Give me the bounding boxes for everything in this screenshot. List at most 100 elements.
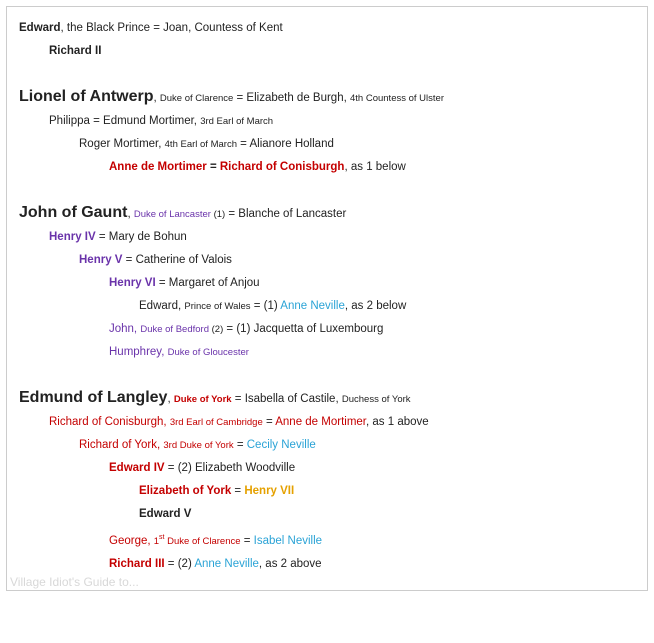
- ry-title: 3rd Duke of York: [163, 440, 233, 451]
- eoy-name: Elizabeth of York: [139, 485, 231, 497]
- row-richard-conisburgh: Richard of Conisburgh, 3rd Earl of Cambr…: [19, 411, 635, 434]
- john-spouse: Jacquetta of Luxembourg: [254, 323, 384, 335]
- row-edward-pow: Edward, Prince of Wales = (1) Anne Nevil…: [19, 295, 635, 318]
- ry-spouse: Cecily Neville: [247, 439, 316, 451]
- eq: =: [232, 393, 245, 405]
- john-name: John,: [109, 323, 140, 335]
- geo-spouse: Isabel Neville: [254, 535, 322, 547]
- gaunt-name: John of Gaunt: [19, 204, 127, 221]
- e5-name: Edward V: [139, 508, 191, 520]
- eq: =: [233, 92, 246, 104]
- row-philippa: Philippa = Edmund Mortimer, 3rd Earl of …: [19, 110, 635, 133]
- humphrey-title: Duke of Gloucester: [168, 347, 249, 358]
- row-elizabeth-of-york: Elizabeth of York = Henry VII: [19, 480, 635, 503]
- eq: = (2): [165, 558, 195, 570]
- roger-title: 4th Earl of March: [165, 139, 237, 150]
- rc-title: 3rd Earl of Cambridge: [170, 417, 263, 428]
- roger-spouse: Alianore Holland: [249, 138, 333, 150]
- lionel-title: Duke of Clarence: [160, 93, 233, 104]
- row-gaunt: John of Gaunt, Duke of Lancaster (1) = B…: [19, 201, 635, 226]
- row-richard-ii: Richard II: [19, 40, 635, 63]
- langley-title: Duke of York: [174, 394, 232, 405]
- rc-name: Richard of Conisburgh,: [49, 416, 170, 428]
- row-humphrey: Humphrey, Duke of Gloucester: [19, 341, 635, 364]
- edward-bp-spouse: Joan, Countess of Kent: [163, 22, 283, 34]
- edw-spouse: Anne Neville: [280, 300, 345, 312]
- row-roger-mortimer: Roger Mortimer, 4th Earl of March = Alia…: [19, 133, 635, 156]
- eq: =: [156, 277, 169, 289]
- lionel-spouse-title: 4th Countess of Ulster: [350, 93, 444, 104]
- row-henry-vi: Henry VI = Margaret of Anjou: [19, 272, 635, 295]
- spacer: [19, 179, 635, 201]
- row-henry-v: Henry V = Catherine of Valois: [19, 249, 635, 272]
- humphrey-name: Humphrey,: [109, 346, 168, 358]
- langley-name: Edmund of Langley: [19, 389, 167, 406]
- row-langley: Edmund of Langley, Duke of York = Isabel…: [19, 386, 635, 411]
- anne-dm-spouse: Richard of Conisburgh: [220, 161, 345, 173]
- john-num: (2): [209, 324, 223, 335]
- row-lionel: Lionel of Antwerp, Duke of Clarence = El…: [19, 85, 635, 110]
- rc-note: , as 1 above: [366, 416, 429, 428]
- edw-name: Edward,: [139, 300, 184, 312]
- eq: =: [241, 535, 254, 547]
- lionel-spouse: Elizabeth de Burgh,: [246, 92, 350, 104]
- genealogy-card: Edward, the Black Prince = Joan, Countes…: [6, 6, 648, 591]
- eq: =: [237, 138, 249, 150]
- spacer: [19, 364, 635, 386]
- geo-title: Duke of Clarence: [165, 536, 241, 547]
- eq: =: [231, 485, 244, 497]
- edward-bp-name: Edward: [19, 22, 61, 34]
- richard-ii: Richard II: [49, 45, 101, 57]
- langley-spouse: Isabella of Castile,: [245, 393, 342, 405]
- john-title: Duke of Bedford: [140, 324, 209, 335]
- eq: = (2): [165, 462, 195, 474]
- e4-spouse: Elizabeth Woodville: [195, 462, 295, 474]
- e4-name: Edward IV: [109, 462, 165, 474]
- row-edward-iv: Edward IV = (2) Elizabeth Woodville: [19, 457, 635, 480]
- h5-spouse: Catherine of Valois: [136, 254, 232, 266]
- gaunt-spouse: Blanche of Lancaster: [238, 208, 346, 220]
- eq: =: [225, 208, 238, 220]
- eq: =: [207, 161, 220, 173]
- anne-dm-name: Anne de Mortimer: [109, 161, 207, 173]
- eq: =: [96, 231, 109, 243]
- eq: =: [122, 254, 135, 266]
- row-anne-de-mortimer: Anne de Mortimer = Richard of Conisburgh…: [19, 156, 635, 179]
- h4-spouse: Mary de Bohun: [109, 231, 187, 243]
- r3-spouse: Anne Neville: [194, 558, 259, 570]
- row-george: George, 1st Duke of Clarence = Isabel Ne…: [19, 526, 635, 553]
- spacer: [19, 63, 635, 85]
- h6-name: Henry VI: [109, 277, 156, 289]
- philippa-spouse: Edmund Mortimer,: [103, 115, 200, 127]
- row-edward-bp: Edward, the Black Prince = Joan, Countes…: [19, 17, 635, 40]
- ry-name: Richard of York,: [79, 439, 163, 451]
- h6-spouse: Margaret of Anjou: [169, 277, 260, 289]
- r3-name: Richard III: [109, 558, 165, 570]
- anne-dm-note: , as 1 below: [344, 161, 405, 173]
- gaunt-title: Duke of Lancaster: [134, 209, 211, 220]
- philippa-spouse-title: 3rd Earl of March: [200, 116, 273, 127]
- eoy-spouse: Henry VII: [244, 485, 294, 497]
- edw-title: Prince of Wales: [184, 301, 250, 312]
- r3-note: , as 2 above: [259, 558, 322, 570]
- eq: =: [263, 416, 275, 428]
- row-edward-v: Edward V: [19, 503, 635, 526]
- langley-spouse-title: Duchess of York: [342, 394, 411, 405]
- geo-name: George,: [109, 535, 154, 547]
- eq: = (1): [251, 300, 281, 312]
- h4-name: Henry IV: [49, 231, 96, 243]
- eq: =: [234, 439, 247, 451]
- gaunt-num: (1): [211, 209, 225, 220]
- eq: = (1): [223, 323, 253, 335]
- lionel-name: Lionel of Antwerp: [19, 88, 154, 105]
- row-richard-york: Richard of York, 3rd Duke of York = Ceci…: [19, 434, 635, 457]
- philippa-name: Philippa: [49, 115, 90, 127]
- edw-note: , as 2 below: [345, 300, 406, 312]
- row-henry-iv: Henry IV = Mary de Bohun: [19, 226, 635, 249]
- edward-bp-title: , the Black Prince: [61, 22, 150, 34]
- row-richard-iii: Richard III = (2) Anne Neville, as 2 abo…: [19, 553, 635, 576]
- row-john-bedford: John, Duke of Bedford (2) = (1) Jacquett…: [19, 318, 635, 341]
- rc-spouse: Anne de Mortimer: [275, 416, 366, 428]
- eq: =: [90, 115, 103, 127]
- roger-name: Roger Mortimer,: [79, 138, 165, 150]
